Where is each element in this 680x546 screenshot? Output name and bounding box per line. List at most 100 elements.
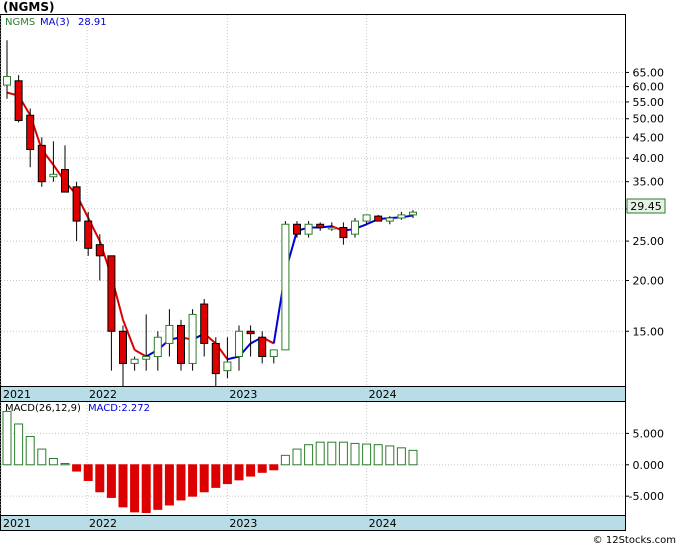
- candle: [177, 319, 185, 371]
- candle-body: [362, 214, 371, 222]
- macd-bar: [25, 436, 35, 466]
- candle-body: [258, 336, 267, 358]
- macd-legend-label: MACD(26,12,9): [5, 403, 81, 414]
- macd-bar: [83, 464, 93, 481]
- candle-body: [26, 114, 35, 151]
- candle-body: [374, 215, 383, 222]
- macd-date-label: 2023: [229, 517, 257, 530]
- macd-bar: [153, 464, 163, 510]
- candle-body: [72, 186, 81, 222]
- macd-panel: 5.000 0.000 -5.000 2021 2022 2023 2024 MACD(2…: [0, 401, 665, 531]
- macd-bar: [60, 463, 70, 466]
- price-tick-label: 50.00: [633, 113, 665, 126]
- macd-tick-label: -5.000: [629, 490, 664, 503]
- price-legend: NGMS MA(3) 28.91: [5, 17, 107, 28]
- macd-tick-label: 0.000: [633, 459, 665, 472]
- candle-body: [269, 349, 278, 358]
- candle-body: [119, 330, 127, 364]
- macd-bar: [396, 447, 406, 466]
- candle-body: [14, 80, 23, 122]
- price-plot-frame: [0, 14, 626, 387]
- price-tick-label: 20.00: [633, 274, 665, 287]
- macd-bar: [176, 464, 186, 501]
- candle-body: [304, 223, 313, 235]
- price-date-label: 2023: [229, 388, 257, 401]
- legend-ma-value: 28.91: [78, 17, 107, 28]
- macd-bar: [106, 464, 116, 498]
- macd-bar: [385, 445, 395, 466]
- price-tick-label: 15.00: [633, 325, 665, 338]
- macd-date-label: 2022: [89, 517, 117, 530]
- macd-date-label: 2024: [369, 517, 397, 530]
- macd-bar: [199, 464, 209, 493]
- candle-body: [188, 313, 197, 364]
- candle-body: [246, 330, 255, 335]
- candle-body: [61, 169, 69, 193]
- price-tick-label: 35.00: [633, 176, 665, 189]
- candle-body: [281, 223, 290, 351]
- stock-chart: 15.0020.0025.0030.0035.0040.0045.0050.00…: [0, 14, 666, 531]
- macd-bar: [257, 464, 267, 473]
- macd-bar: [48, 458, 58, 466]
- candle: [374, 214, 383, 222]
- candle-body: [84, 220, 93, 249]
- candle-body: [95, 244, 104, 257]
- macd-bar: [338, 441, 348, 466]
- candle: [281, 221, 290, 351]
- candle-body: [37, 144, 46, 183]
- candle-body: [235, 330, 243, 358]
- macd-bar: [362, 443, 372, 466]
- macd-bar: [246, 464, 256, 477]
- copyright: © 12Stocks.com: [592, 535, 676, 546]
- candle-body: [211, 342, 220, 375]
- candle: [351, 217, 359, 238]
- macd-bar: [222, 464, 232, 485]
- macd-legend-value: MACD:2.272: [88, 403, 150, 414]
- candle-body: [397, 214, 406, 219]
- price-date-label: 2022: [89, 388, 117, 401]
- macd-bar: [373, 444, 383, 466]
- price-tick-label: 45.00: [633, 131, 665, 144]
- macd-bar: [280, 454, 290, 466]
- macd-bar: [292, 448, 302, 466]
- last-price-label: 29.45: [630, 200, 662, 213]
- candle-body: [293, 223, 301, 235]
- candle-body: [107, 255, 116, 332]
- candle-body: [339, 227, 348, 239]
- candle-body: [130, 358, 139, 364]
- candle: [188, 309, 197, 371]
- price-date-label: 2021: [3, 388, 31, 401]
- candle-body: [327, 227, 336, 230]
- legend-symbol: NGMS: [5, 17, 35, 28]
- macd-bar: [2, 410, 12, 466]
- macd-bar: [269, 464, 279, 471]
- price-tick-label: 25.00: [633, 235, 665, 248]
- price-tick-label: 55.00: [633, 96, 665, 109]
- candle-body: [385, 217, 394, 222]
- candle-body: [142, 356, 151, 360]
- macd-bar: [164, 464, 174, 506]
- macd-bar: [188, 464, 198, 497]
- last-price-badge: 29.45: [626, 198, 666, 214]
- candle-body: [223, 361, 232, 372]
- macd-bar: [234, 464, 244, 481]
- macd-bar: [350, 442, 360, 466]
- legend-ma-label: MA(3): [40, 17, 70, 28]
- macd-bar: [141, 464, 151, 513]
- candle-body: [409, 211, 417, 216]
- macd-bar: [37, 448, 47, 466]
- price-tick-label: 60.00: [633, 81, 665, 94]
- candle-body: [351, 220, 359, 235]
- candle-body: [165, 324, 174, 344]
- macd-tick-label: 5.000: [633, 427, 665, 440]
- candle-body: [153, 336, 162, 358]
- candle-body: [316, 223, 325, 229]
- macd-bar: [304, 444, 314, 466]
- macd-legend: MACD(26,12,9) MACD:2.272: [5, 403, 150, 414]
- macd-bar: [327, 441, 337, 466]
- macd-bar: [95, 464, 105, 493]
- price-date-label: 2024: [369, 388, 397, 401]
- macd-bar: [315, 441, 325, 466]
- price-tick-label: 65.00: [633, 66, 665, 79]
- candle-body: [3, 76, 11, 86]
